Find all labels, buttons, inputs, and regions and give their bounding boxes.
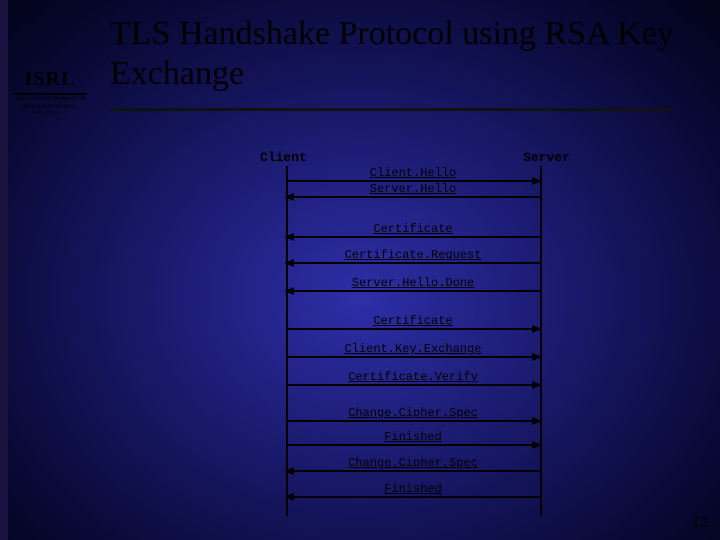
message-arrow <box>286 384 540 386</box>
logo-subtitle: Internet Security Research Lab <box>14 97 86 103</box>
arrow-left-icon <box>284 493 294 501</box>
message-arrow <box>286 290 540 292</box>
client-label: Client <box>260 150 307 165</box>
logo-university: UNIVERSITY <box>14 110 86 115</box>
arrow-left-icon <box>284 193 294 201</box>
message-label: Server.Hello <box>286 182 540 196</box>
message-arrow <box>286 470 540 472</box>
message-label: Finished <box>286 482 540 496</box>
arrow-right-icon <box>532 325 542 333</box>
arrow-right-icon <box>532 417 542 425</box>
arrow-right-icon <box>532 441 542 449</box>
message-label: Certificate.Request <box>286 248 540 262</box>
message-label: Client.Key.Exchange <box>286 342 540 356</box>
message-label: Certificate <box>286 314 540 328</box>
slide-title: TLS Handshake Protocol using RSA Key Exc… <box>110 14 690 94</box>
message-arrow <box>286 496 540 498</box>
message-arrow <box>286 328 540 330</box>
message-arrow <box>286 444 540 446</box>
arrow-left-icon <box>284 467 294 475</box>
logo-divider <box>14 93 86 95</box>
message-label: Server.Hello.Done <box>286 276 540 290</box>
arrow-left-icon <box>284 259 294 267</box>
message-arrow <box>286 262 540 264</box>
arrow-left-icon <box>284 287 294 295</box>
title-underline <box>110 108 670 111</box>
message-label: Change.Cipher.Spec <box>286 406 540 420</box>
message-label: Certificate.Verify <box>286 370 540 384</box>
message-label: Client.Hello <box>286 166 540 180</box>
message-label: Finished <box>286 430 540 444</box>
arrow-right-icon <box>532 381 542 389</box>
slide-number: 12 <box>692 514 708 532</box>
message-arrow <box>286 236 540 238</box>
message-arrow <box>286 420 540 422</box>
server-lifeline <box>540 166 542 516</box>
arrow-left-icon <box>284 233 294 241</box>
message-arrow <box>286 196 540 198</box>
logo-main: ISRL <box>14 68 86 91</box>
sequence-diagram: Client Server Client.Hello Server.Hello Ce… <box>260 150 570 520</box>
message-label: Change.Cipher.Spec <box>286 456 540 470</box>
message-label: Certificate <box>286 222 540 236</box>
message-arrow <box>286 356 540 358</box>
logo-block: ISRL Internet Security Research Lab BRIG… <box>14 68 86 115</box>
server-label: Server <box>523 150 570 165</box>
arrow-right-icon <box>532 353 542 361</box>
